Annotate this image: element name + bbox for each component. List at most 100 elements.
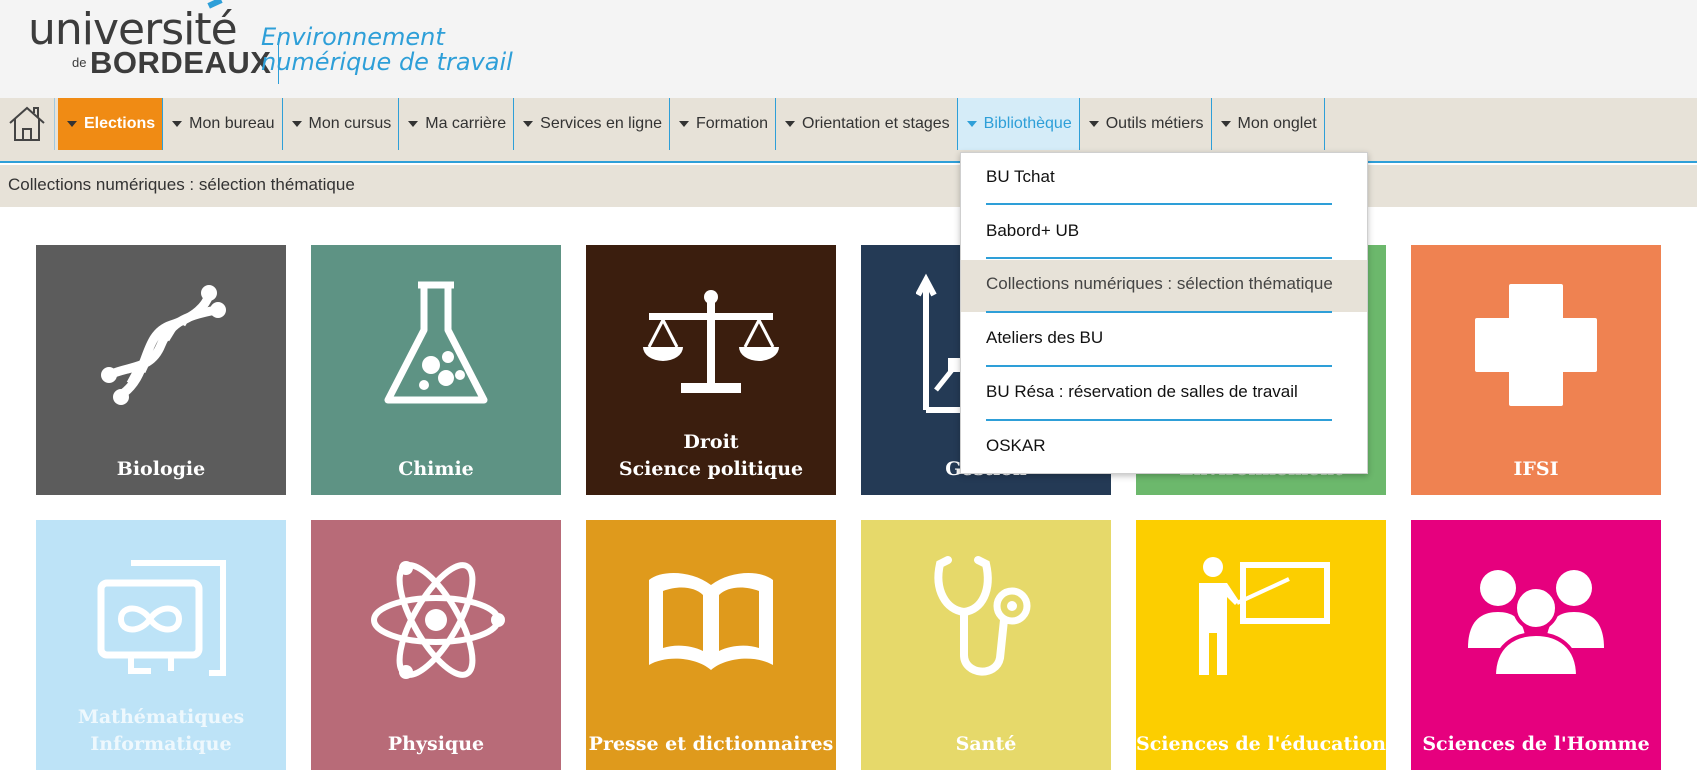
- tile-biologie[interactable]: Biologie: [36, 245, 286, 495]
- logo-text-bordeaux: BORDEAUX: [90, 45, 272, 80]
- nav-tab-outils-metiers[interactable]: Outils métiers: [1080, 98, 1212, 150]
- menu-item-label: OSKAR: [986, 436, 1046, 455]
- caret-down-icon: [785, 121, 796, 127]
- nav-tab-label: Services en ligne: [540, 115, 662, 132]
- infinity-screen-icon: [86, 545, 236, 695]
- tile-label-line1: Droit: [683, 431, 739, 453]
- people-icon: [1461, 545, 1611, 695]
- tile-label-line1: Biologie: [116, 458, 206, 480]
- tile-sciences-education[interactable]: Sciences de l'éducation: [1136, 520, 1386, 770]
- tile-label-line2: Science politique: [618, 458, 804, 480]
- menu-item-oskar[interactable]: OSKAR: [961, 422, 1367, 474]
- tile-label-line1: Mathématiques: [77, 706, 245, 728]
- nav-tab-label: Orientation et stages: [802, 115, 950, 132]
- tile-label: Droit Science politique: [586, 429, 836, 483]
- tile-presse-dictionnaires[interactable]: Presse et dictionnaires: [586, 520, 836, 770]
- tile-label-line1: Chimie: [398, 458, 474, 480]
- page-title: Collections numériques : sélection théma…: [8, 175, 355, 194]
- caret-down-icon: [1220, 121, 1231, 127]
- tile-label-line1: Physique: [387, 733, 485, 755]
- menu-divider: [986, 203, 1332, 205]
- nav-tab-bibliotheque[interactable]: Bibliothèque: [957, 98, 1080, 150]
- home-button[interactable]: [0, 98, 55, 150]
- scales-icon: [636, 270, 786, 420]
- tile-label-line1: Santé: [955, 733, 1017, 755]
- caret-down-icon: [408, 121, 419, 127]
- caret-down-icon: [966, 121, 977, 127]
- tile-label: Santé: [861, 731, 1111, 758]
- caret-down-icon: [678, 121, 689, 127]
- menu-divider: [986, 365, 1332, 367]
- menu-divider: [986, 257, 1332, 259]
- tile-mathematiques[interactable]: Mathématiques Informatique: [36, 520, 286, 770]
- nav-tab-label: Mon cursus: [308, 115, 392, 132]
- tile-label: Mathématiques Informatique: [36, 704, 286, 758]
- menu-item-bu-tchat[interactable]: BU Tchat: [961, 153, 1367, 205]
- nav-tab-label: Elections: [84, 115, 156, 132]
- tile-label-line1: Presse et dictionnaires: [588, 733, 834, 755]
- menu-item-label: Collections numériques : sélection théma…: [986, 274, 1333, 293]
- nav-tab-mon-bureau[interactable]: Mon bureau: [163, 98, 283, 150]
- book-icon: [636, 545, 786, 695]
- tile-droit[interactable]: Droit Science politique: [586, 245, 836, 495]
- teacher-icon: [1186, 545, 1336, 695]
- menu-item-collections-numeriques[interactable]: Collections numériques : sélection théma…: [961, 260, 1367, 312]
- menu-item-babord-ub[interactable]: Babord+ UB: [961, 207, 1367, 259]
- tile-ifsi[interactable]: IFSI: [1411, 245, 1661, 495]
- tile-label: Presse et dictionnaires: [586, 731, 836, 758]
- menu-item-bu-resa[interactable]: BU Résa : réservation de salles de trava…: [961, 368, 1367, 420]
- nav-tab-orientation[interactable]: Orientation et stages: [776, 98, 958, 150]
- nav-tab-label: Outils métiers: [1105, 115, 1204, 132]
- menu-item-ateliers-bu[interactable]: Ateliers des BU: [961, 314, 1367, 366]
- tile-chimie[interactable]: Chimie: [311, 245, 561, 495]
- nav-tab-services-en-ligne[interactable]: Services en ligne: [514, 98, 670, 150]
- menu-divider: [986, 311, 1332, 313]
- caret-down-icon: [67, 121, 77, 127]
- nav-tab-label: Mon bureau: [189, 115, 275, 132]
- menu-divider: [986, 419, 1332, 421]
- nav-tab-elections[interactable]: Elections: [58, 98, 164, 150]
- nav-tab-mon-cursus[interactable]: Mon cursus: [283, 98, 400, 150]
- tile-label-line2: Informatique: [90, 733, 232, 755]
- nav-tab-label: Bibliothèque: [983, 115, 1072, 132]
- caret-down-icon: [172, 121, 183, 127]
- nav-tab-ma-carriere[interactable]: Ma carrière: [399, 98, 515, 150]
- nav-tab-label: Ma carrière: [425, 115, 507, 132]
- logo-text-de: de: [72, 55, 87, 70]
- bibliotheque-dropdown-menu: BU Tchat Babord+ UB Collections numériqu…: [960, 152, 1368, 474]
- dna-icon: [86, 270, 236, 420]
- menu-item-label: Ateliers des BU: [986, 328, 1104, 347]
- nav-tabs: Elections Mon bureau Mon cursus Ma carri…: [58, 98, 1325, 150]
- tile-label: Physique: [311, 731, 561, 758]
- tile-label: Chimie: [311, 456, 561, 483]
- nav-tab-mon-onglet[interactable]: Mon onglet: [1212, 98, 1325, 150]
- tile-label-line1: Sciences de l'Homme: [1422, 733, 1650, 755]
- flask-icon: [361, 270, 511, 420]
- page-header: université de BORDEAUX Environnement num…: [0, 0, 1697, 98]
- menu-item-label: BU Résa : réservation de salles de trava…: [986, 382, 1298, 401]
- caret-down-icon: [291, 121, 302, 127]
- menu-item-label: Babord+ UB: [986, 221, 1080, 240]
- medical-cross-icon: [1461, 270, 1611, 420]
- atom-icon: [361, 545, 511, 695]
- tagline-line1: Environnement: [261, 23, 445, 51]
- tile-physique[interactable]: Physique: [311, 520, 561, 770]
- caret-down-icon: [523, 121, 534, 127]
- tile-label: Sciences de l'Homme: [1411, 731, 1661, 758]
- home-icon: [9, 106, 45, 141]
- site-tagline: Environnement numérique de travail: [261, 25, 513, 75]
- tile-label: Sciences de l'éducation: [1136, 731, 1386, 758]
- nav-tab-label: Formation: [695, 115, 769, 132]
- caret-down-icon: [1088, 121, 1099, 127]
- tile-label: Biologie: [36, 456, 286, 483]
- menu-item-label: BU Tchat: [986, 167, 1055, 186]
- tile-sante[interactable]: Santé: [861, 520, 1111, 770]
- nav-tab-formation[interactable]: Formation: [670, 98, 777, 150]
- tile-sciences-homme[interactable]: Sciences de l'Homme: [1411, 520, 1661, 770]
- tagline-line2: numérique de travail: [261, 48, 513, 76]
- nav-tab-label: Mon onglet: [1237, 115, 1317, 132]
- tile-label-line1: IFSI: [1513, 458, 1559, 480]
- university-logo[interactable]: université de BORDEAUX: [28, 0, 279, 84]
- tile-label-line1: Sciences de l'éducation: [1136, 733, 1386, 755]
- page-title-bar: Collections numériques : sélection théma…: [0, 165, 1697, 207]
